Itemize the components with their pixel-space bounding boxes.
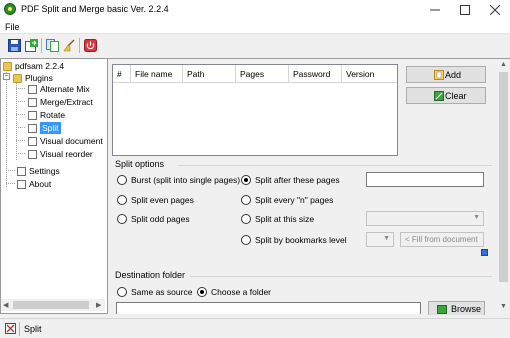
power-icon	[83, 39, 97, 52]
close-icon	[490, 5, 500, 15]
size-unit-select[interactable]: ▼	[366, 211, 484, 226]
pages-button[interactable]	[44, 38, 60, 53]
radio-choose-folder[interactable]: Choose a folder	[197, 287, 271, 297]
column-header-file-name[interactable]: File name	[131, 65, 183, 83]
radio-burst[interactable]: Burst (split into single pages)	[117, 175, 240, 185]
column-header-path[interactable]: Path	[183, 65, 236, 83]
tree-scroll-thumb[interactable]	[13, 301, 89, 309]
radio-dot	[117, 195, 127, 205]
clean-button[interactable]	[61, 38, 77, 53]
split-options-title: Split options	[115, 159, 165, 169]
file-table[interactable]: # File name Path Pages Password Version	[112, 64, 398, 156]
document-icon	[28, 84, 37, 94]
add-file-icon	[434, 70, 444, 80]
app-icon	[4, 3, 16, 15]
menu-bar: File	[0, 20, 510, 34]
tree-item-visual-document[interactable]: Visual document	[28, 135, 103, 147]
radio-same-as-source[interactable]: Same as source	[117, 287, 192, 297]
close-button[interactable]	[480, 0, 510, 20]
fill-from-document-button[interactable]: < Fill from document	[400, 232, 484, 247]
panel-scroll-thumb[interactable]	[499, 72, 508, 282]
scroll-right-icon[interactable]: ▶	[96, 301, 101, 309]
minimize-button[interactable]	[420, 0, 450, 20]
radio-dot	[241, 214, 251, 224]
column-header-index[interactable]: #	[113, 65, 131, 83]
clear-button[interactable]: Clear	[406, 87, 486, 104]
tree-item-visual-reorder[interactable]: Visual reorder	[28, 148, 93, 160]
load-icon	[24, 39, 38, 52]
toolbar-separator	[41, 38, 42, 53]
radio-split-even[interactable]: Split even pages	[117, 195, 194, 205]
radio-dot-selected	[241, 175, 251, 185]
radio-split-odd[interactable]: Split odd pages	[117, 214, 190, 224]
maximize-icon	[460, 5, 470, 15]
broom-icon	[62, 39, 75, 52]
document-icon	[28, 136, 37, 146]
radio-dot	[241, 195, 251, 205]
radio-split-after-pages[interactable]: Split after these pages	[241, 175, 340, 185]
add-button[interactable]: Add	[406, 66, 486, 83]
document-icon	[17, 179, 26, 189]
document-icon	[28, 149, 37, 159]
status-divider	[19, 322, 20, 336]
destination-divider	[190, 276, 492, 277]
bookmark-level-select[interactable]: ▼	[366, 232, 394, 247]
scroll-up-icon[interactable]: ▲	[500, 61, 507, 68]
radio-dot	[117, 214, 127, 224]
maximize-button[interactable]	[450, 0, 480, 20]
column-header-pages[interactable]: Pages	[236, 65, 289, 83]
radio-dot	[117, 175, 127, 185]
tree-item-rotate[interactable]: Rotate	[28, 109, 65, 121]
chevron-down-icon: ▼	[473, 214, 480, 221]
pages-input[interactable]	[366, 172, 484, 187]
info-icon[interactable]	[481, 249, 488, 256]
tree-item-merge-extract[interactable]: Merge/Extract	[28, 96, 93, 108]
browse-button[interactable]: Browse	[428, 301, 485, 315]
status-bar: Split	[0, 318, 510, 338]
scroll-left-icon[interactable]: ◀	[3, 301, 8, 309]
pages-icon	[45, 39, 59, 52]
load-button[interactable]	[23, 38, 39, 53]
folder-icon	[3, 61, 12, 71]
scroll-down-icon[interactable]: ▼	[500, 303, 507, 310]
save-icon	[7, 39, 21, 52]
title-bar: PDF Split and Merge basic Ver. 2.2.4	[0, 0, 510, 20]
tree-item-alternate-mix[interactable]: Alternate Mix	[28, 83, 90, 95]
document-icon	[28, 97, 37, 107]
document-icon	[17, 166, 26, 176]
folder-browse-icon	[437, 305, 447, 314]
radio-split-every-n[interactable]: Split every "n" pages	[241, 195, 333, 205]
toolbar	[0, 35, 510, 56]
tree-item-settings[interactable]: Settings	[17, 165, 60, 177]
toolbar-separator	[79, 38, 80, 53]
tree-collapse-toggle[interactable]: −	[3, 73, 10, 80]
document-icon	[28, 123, 37, 133]
destination-path-input[interactable]	[116, 302, 421, 314]
status-text: Split	[24, 324, 42, 334]
column-header-password[interactable]: Password	[289, 65, 342, 83]
split-options-divider	[178, 165, 492, 166]
radio-split-size[interactable]: Split at this size	[241, 214, 314, 224]
exit-button[interactable]	[82, 38, 98, 53]
document-icon	[28, 110, 37, 120]
save-button[interactable]	[6, 38, 22, 53]
folder-open-icon	[13, 73, 22, 83]
clear-icon	[434, 91, 444, 101]
column-header-version[interactable]: Version	[342, 65, 397, 83]
plugin-tree[interactable]: − pdfsam 2.2.4 Plugins Alternate Mix Mer…	[0, 58, 108, 314]
radio-split-bookmarks[interactable]: Split by bookmarks level	[241, 235, 347, 245]
tree-item-split[interactable]: Split	[28, 122, 61, 134]
radio-dot-selected	[197, 287, 207, 297]
minimize-icon	[430, 9, 440, 11]
destination-folder-title: Destination folder	[115, 270, 186, 280]
tree-item-about[interactable]: About	[17, 178, 51, 190]
radio-dot	[117, 287, 127, 297]
tree-root[interactable]: pdfsam 2.2.4	[3, 60, 64, 72]
chevron-down-icon: ▼	[383, 235, 390, 242]
radio-dot	[241, 235, 251, 245]
window-title: PDF Split and Merge basic Ver. 2.2.4	[21, 4, 169, 14]
menu-file[interactable]: File	[5, 22, 20, 32]
split-icon	[5, 323, 16, 334]
